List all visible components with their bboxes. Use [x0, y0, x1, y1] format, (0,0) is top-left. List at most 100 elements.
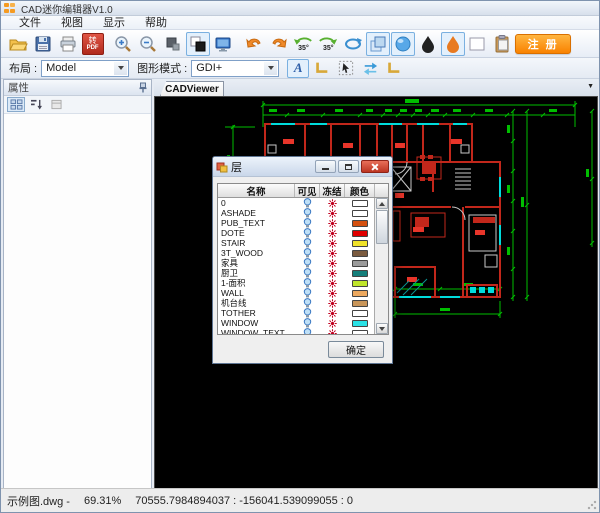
layer-row[interactable]: STAIR	[218, 238, 375, 248]
pdf-export-button[interactable]: 转 PDF	[81, 32, 105, 56]
layer-color-swatch[interactable]	[352, 220, 368, 227]
visible-bulb-icon[interactable]	[303, 238, 312, 248]
fit-corner-button[interactable]	[383, 59, 405, 78]
layers-dialog-titlebar[interactable]: 层	[213, 157, 392, 177]
layer-color-swatch[interactable]	[352, 200, 368, 207]
visible-bulb-icon[interactable]	[303, 198, 312, 208]
background-contrast-button[interactable]	[186, 32, 210, 56]
layer-row[interactable]: ASHADE	[218, 208, 375, 218]
freeze-sun-icon[interactable]	[328, 299, 337, 308]
freeze-sun-icon[interactable]	[328, 209, 337, 218]
print-button[interactable]	[56, 32, 80, 56]
layer-color-swatch[interactable]	[352, 270, 368, 277]
graphics-mode-combo[interactable]: GDI+	[191, 60, 279, 77]
freeze-sun-icon[interactable]	[328, 199, 337, 208]
freeze-sun-icon[interactable]	[328, 259, 337, 268]
freeze-sun-icon[interactable]	[328, 239, 337, 248]
freeze-sun-icon[interactable]	[328, 279, 337, 288]
layers-scrollbar[interactable]	[374, 198, 388, 334]
visible-bulb-icon[interactable]	[303, 258, 312, 268]
layer-color-swatch[interactable]	[352, 330, 368, 335]
layer-row[interactable]: WINDOW_TEXT	[218, 328, 375, 334]
visible-bulb-icon[interactable]	[303, 328, 312, 334]
scroll-down-icon[interactable]	[376, 323, 388, 334]
tab-list-chevron-icon[interactable]: ▼	[587, 83, 594, 90]
freeze-sun-icon[interactable]	[328, 269, 337, 278]
fit-screen-button[interactable]	[211, 32, 235, 56]
menu-item-view[interactable]: 视图	[51, 16, 93, 30]
paste-button[interactable]	[490, 32, 514, 56]
rotate-left-button[interactable]: 35°	[292, 32, 316, 56]
visible-bulb-icon[interactable]	[303, 288, 312, 298]
ink-orange-button[interactable]	[441, 32, 465, 56]
layout-combo[interactable]: Model	[41, 60, 129, 77]
freeze-sun-icon[interactable]	[328, 219, 337, 228]
layer-color-swatch[interactable]	[352, 300, 368, 307]
save-button[interactable]	[31, 32, 55, 56]
visible-bulb-icon[interactable]	[303, 248, 312, 258]
resize-grip[interactable]	[587, 500, 597, 510]
layer-color-swatch[interactable]	[352, 230, 368, 237]
lineweight-corner-button[interactable]	[311, 59, 333, 78]
layer-color-swatch[interactable]	[352, 290, 368, 297]
minimize-button[interactable]	[315, 160, 336, 173]
layer-row[interactable]: 0	[218, 198, 375, 208]
layer-color-swatch[interactable]	[352, 310, 368, 317]
scroll-thumb[interactable]	[376, 210, 388, 244]
close-button[interactable]	[361, 160, 389, 173]
visible-bulb-icon[interactable]	[303, 308, 312, 318]
zoom-in-button[interactable]	[112, 32, 136, 56]
flip-view-button[interactable]	[341, 32, 365, 56]
render-sphere-button[interactable]	[391, 32, 415, 56]
layer-color-swatch[interactable]	[352, 210, 368, 217]
background-dark-button[interactable]	[161, 32, 185, 56]
visible-bulb-icon[interactable]	[303, 318, 312, 328]
open-button[interactable]	[6, 32, 30, 56]
layer-color-swatch[interactable]	[352, 260, 368, 267]
property-pages-button[interactable]	[47, 97, 65, 112]
register-button[interactable]: 注 册	[515, 34, 571, 54]
layer-color-swatch[interactable]	[352, 250, 368, 257]
layer-color-swatch[interactable]	[352, 280, 368, 287]
ok-button[interactable]: 确定	[328, 341, 384, 358]
layer-row[interactable]: TOTHER	[218, 308, 375, 318]
rotate-right-button[interactable]: 35°	[316, 32, 340, 56]
visible-bulb-icon[interactable]	[303, 218, 312, 228]
freeze-sun-icon[interactable]	[328, 289, 337, 298]
scroll-up-icon[interactable]	[376, 198, 388, 209]
freeze-sun-icon[interactable]	[328, 229, 337, 238]
menu-item-help[interactable]: 帮助	[135, 16, 177, 30]
sort-alphabetical-button[interactable]	[27, 97, 45, 112]
layer-row[interactable]: 机台线	[218, 298, 375, 308]
layer-color-swatch[interactable]	[352, 320, 368, 327]
layer-row[interactable]: PUB_TEXT	[218, 218, 375, 228]
text-toggle-button[interactable]: A	[287, 59, 309, 78]
visible-bulb-icon[interactable]	[303, 278, 312, 288]
menu-item-display[interactable]: 显示	[93, 16, 135, 30]
freeze-sun-icon[interactable]	[328, 249, 337, 258]
menu-item-file[interactable]: 文件	[9, 16, 51, 30]
visible-bulb-icon[interactable]	[303, 298, 312, 308]
ink-black-button[interactable]	[416, 32, 440, 56]
layer-color-swatch[interactable]	[352, 240, 368, 247]
visible-bulb-icon[interactable]	[303, 268, 312, 278]
freeze-sun-icon[interactable]	[328, 319, 337, 328]
zoom-out-button[interactable]	[136, 32, 160, 56]
visible-bulb-icon[interactable]	[303, 228, 312, 238]
categorized-button[interactable]	[7, 97, 25, 112]
layers-button[interactable]	[366, 32, 390, 56]
title-bar[interactable]: CAD迷你编辑器V1.0	[1, 1, 599, 16]
layer-row[interactable]: WINDOW	[218, 318, 375, 328]
visible-bulb-icon[interactable]	[303, 208, 312, 218]
redo-button[interactable]	[267, 32, 291, 56]
pin-icon[interactable]	[139, 82, 147, 93]
layer-row[interactable]: 1-面积	[218, 278, 375, 288]
tab-cadviewer[interactable]: CADViewer	[160, 81, 224, 96]
layer-row[interactable]: DOTE	[218, 228, 375, 238]
blank-page-button[interactable]	[466, 32, 490, 56]
swap-colors-button[interactable]	[359, 59, 381, 78]
select-mode-button[interactable]	[335, 59, 357, 78]
chevron-down-icon[interactable]	[264, 62, 277, 75]
maximize-button[interactable]	[338, 160, 359, 173]
freeze-sun-icon[interactable]	[328, 329, 337, 335]
